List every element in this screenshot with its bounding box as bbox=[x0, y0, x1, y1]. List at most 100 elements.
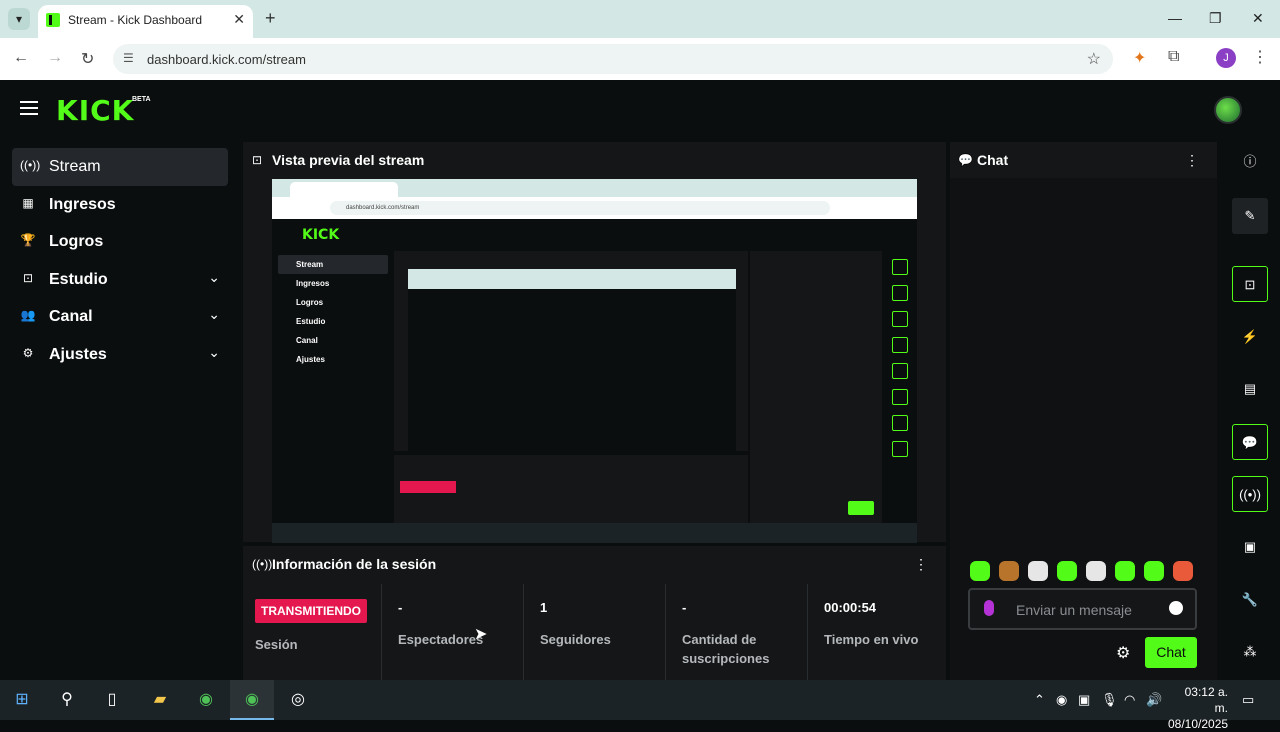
sidebar-item-canal[interactable]: 👥 Canal ⌄ bbox=[12, 298, 228, 336]
taskbar-clock[interactable]: 03:12 a. m. 08/10/2025 bbox=[1168, 684, 1228, 732]
wrench-icon[interactable]: 🔧 bbox=[1232, 582, 1268, 618]
restore-icon[interactable]: ❐ bbox=[1209, 10, 1222, 27]
browser-tab[interactable]: Stream - Kick Dashboard ✕ bbox=[38, 5, 253, 38]
profile-avatar[interactable]: J bbox=[1216, 48, 1236, 68]
stat-subscriptions: - Cantidad de suscripciones bbox=[665, 584, 807, 680]
video-icon[interactable]: ▣ bbox=[1232, 529, 1268, 565]
kick-logo[interactable]: KICK bbox=[56, 94, 134, 127]
emote-icon[interactable] bbox=[970, 561, 990, 581]
site-info-icon[interactable]: ☰ bbox=[123, 51, 134, 65]
task-view-icon[interactable]: ▯ bbox=[100, 688, 124, 712]
sidebar-item-label: Estudio bbox=[49, 270, 108, 288]
more-options-icon[interactable]: ⋮ bbox=[914, 556, 928, 573]
new-tab-icon[interactable]: + bbox=[265, 8, 276, 29]
sidebar-item-ingresos[interactable]: ▦ Ingresos bbox=[12, 186, 228, 224]
tab-search-icon[interactable]: ▾ bbox=[8, 8, 30, 30]
lightning-icon[interactable]: ⚡ bbox=[1232, 319, 1268, 355]
browser-toolbar: ← → ↻ ☰ dashboard.kick.com/stream ☆ ✦ ⧉ … bbox=[0, 38, 1280, 80]
extensions-icon[interactable]: ⧉ bbox=[1168, 48, 1179, 66]
studio-icon: ⊡ bbox=[22, 270, 34, 285]
panel-header: ((•)) Información de la sesión ⋮ bbox=[243, 546, 946, 582]
nested-preview bbox=[394, 251, 748, 451]
emoji-icon[interactable] bbox=[1169, 601, 1183, 615]
reload-icon[interactable]: ↻ bbox=[81, 49, 94, 69]
session-info-panel: ((•)) Información de la sesión ⋮ TRANSMI… bbox=[243, 546, 946, 680]
chrome-icon[interactable]: ◉ bbox=[194, 688, 218, 712]
sidebar-item-ajustes[interactable]: ⚙ Ajustes ⌄ bbox=[12, 336, 228, 374]
notifications-icon[interactable]: ▭ bbox=[1242, 692, 1254, 708]
close-window-icon[interactable]: ✕ bbox=[1252, 10, 1264, 27]
stat-followers: 1 Seguidores bbox=[523, 584, 665, 680]
tray-mic-icon[interactable]: 🎙 bbox=[1101, 692, 1118, 708]
chat-send-button[interactable]: Chat bbox=[1145, 637, 1197, 668]
minimize-icon[interactable]: — bbox=[1168, 10, 1182, 26]
sidebar: ((•)) Stream ▦ Ingresos 🏆 Logros ⊡ Estud… bbox=[0, 148, 240, 373]
hamburger-menu-icon[interactable] bbox=[20, 101, 38, 115]
preview-toggle-icon[interactable]: ⊡ bbox=[1232, 266, 1268, 302]
notes-icon[interactable]: ▤ bbox=[1232, 371, 1268, 407]
browser-menu-icon[interactable]: ⋮ bbox=[1252, 47, 1268, 67]
preview-title: Vista previa del stream bbox=[272, 152, 425, 168]
tab-close-icon[interactable]: ✕ bbox=[233, 11, 245, 28]
tray-volume-icon[interactable]: 🔊 bbox=[1146, 692, 1162, 708]
broadcast-toggle-icon[interactable]: ((•)) bbox=[1232, 476, 1268, 512]
user-avatar[interactable] bbox=[1214, 96, 1242, 124]
nested-rail bbox=[888, 251, 912, 523]
nested-session bbox=[394, 455, 748, 523]
preview-sidebar-item: Stream bbox=[278, 255, 388, 274]
file-explorer-icon[interactable]: ▰ bbox=[148, 688, 172, 712]
stat-viewers: - Espectadores bbox=[381, 584, 523, 680]
chat-toggle-icon[interactable]: 💬 bbox=[1232, 424, 1268, 460]
metamask-extension-icon[interactable]: ✦ bbox=[1133, 48, 1146, 68]
bookmark-star-icon[interactable]: ☆ bbox=[1087, 49, 1101, 69]
stream-video-preview[interactable]: dashboard.kick.com/stream KICK Stream In… bbox=[272, 179, 917, 543]
forward-icon[interactable]: → bbox=[47, 49, 63, 67]
emote-icon[interactable] bbox=[1115, 561, 1135, 581]
stat-value: 1 bbox=[540, 600, 548, 615]
connections-icon[interactable]: ⁂ bbox=[1232, 634, 1268, 670]
back-icon[interactable]: ← bbox=[13, 49, 29, 67]
emote-icon[interactable] bbox=[1144, 561, 1164, 581]
chat-message-input[interactable]: Enviar un mensaje bbox=[968, 588, 1197, 630]
chat-options-icon[interactable]: ⋮ bbox=[1185, 152, 1199, 169]
emote-icon[interactable] bbox=[1086, 561, 1106, 581]
tray-record-icon[interactable]: ◉ bbox=[1056, 692, 1067, 708]
sidebar-item-stream[interactable]: ((•)) Stream bbox=[12, 148, 228, 186]
nested-taskbar bbox=[272, 523, 917, 543]
emote-icon[interactable] bbox=[1057, 561, 1077, 581]
chat-panel: 💬 Chat ⋮ Enviar un mensaje ⚙ Chat bbox=[950, 142, 1217, 680]
chart-icon: ▦ bbox=[22, 195, 34, 210]
info-icon[interactable]: ⓘ bbox=[1232, 144, 1268, 180]
search-icon[interactable]: ⚲ bbox=[55, 688, 79, 712]
broadcast-icon: ((•)) bbox=[252, 557, 273, 571]
emote-icon[interactable] bbox=[999, 561, 1019, 581]
kick-favicon-icon bbox=[46, 13, 60, 27]
microphone-icon[interactable] bbox=[984, 600, 994, 616]
tray-camera-icon[interactable]: ▣ bbox=[1078, 692, 1090, 708]
stat-live-time: 00:00:54 Tiempo en vivo bbox=[807, 584, 946, 680]
stat-label: Tiempo en vivo bbox=[824, 632, 919, 647]
preview-toolbar: dashboard.kick.com/stream bbox=[272, 197, 917, 219]
stat-label: Seguidores bbox=[540, 632, 611, 647]
sidebar-item-logros[interactable]: 🏆 Logros bbox=[12, 223, 228, 261]
stat-value: - bbox=[398, 600, 403, 615]
sidebar-item-estudio[interactable]: ⊡ Estudio ⌄ bbox=[12, 261, 228, 299]
emote-icon[interactable] bbox=[1028, 561, 1048, 581]
edit-pencil-icon[interactable]: ✎ bbox=[1232, 198, 1268, 234]
mouse-cursor: ➤ bbox=[474, 626, 488, 643]
chrome-profile-icon[interactable]: ◉ bbox=[240, 688, 264, 712]
beta-badge: BETA bbox=[132, 96, 151, 103]
address-bar[interactable]: ☰ dashboard.kick.com/stream ☆ bbox=[113, 44, 1113, 74]
nested-preview-frame bbox=[408, 269, 736, 451]
tray-chevron-icon[interactable]: ⌃ bbox=[1034, 692, 1045, 708]
obs-icon[interactable]: ◎ bbox=[286, 688, 310, 712]
browser-chrome: ▾ Stream - Kick Dashboard ✕ + — ❐ ✕ ← → … bbox=[0, 0, 1280, 80]
broadcast-icon: ((•)) bbox=[20, 158, 41, 172]
emote-icon[interactable] bbox=[1173, 561, 1193, 581]
preview-url: dashboard.kick.com/stream bbox=[330, 201, 830, 215]
chat-settings-icon[interactable]: ⚙ bbox=[1116, 643, 1130, 663]
tray-wifi-icon[interactable]: ◠ bbox=[1124, 692, 1135, 708]
preview-icon: ⊡ bbox=[252, 153, 263, 167]
clock-date: 08/10/2025 bbox=[1168, 717, 1229, 731]
windows-start-icon[interactable]: ⊞ bbox=[10, 688, 34, 712]
